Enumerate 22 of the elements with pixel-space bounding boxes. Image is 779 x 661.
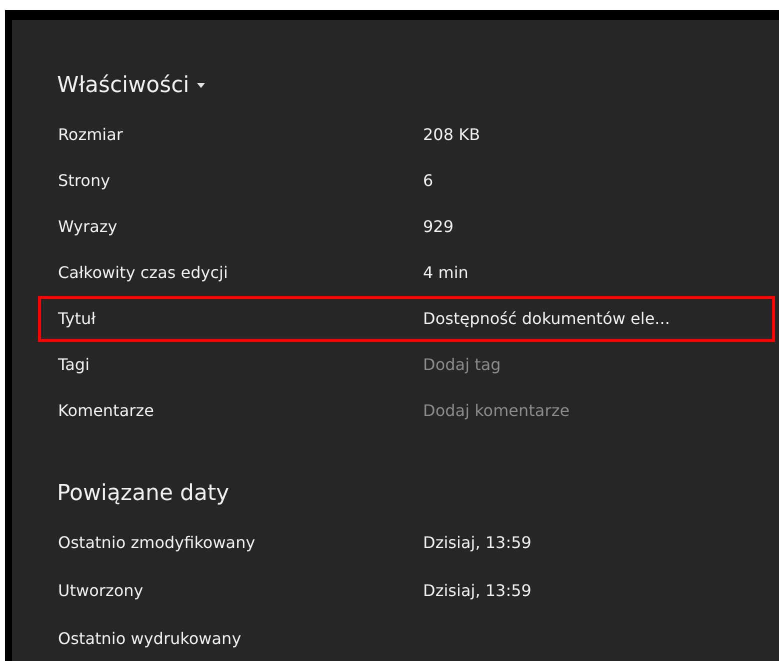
property-label: Ostatnio zmodyfikowany xyxy=(58,532,256,554)
section-title: Powiązane daty xyxy=(57,480,230,508)
property-label: Strony xyxy=(58,170,112,192)
property-label: Tagi xyxy=(58,354,91,376)
property-value: Dzisiaj, 13:59 xyxy=(423,580,532,602)
property-input-field[interactable]: Dodaj tag xyxy=(423,353,723,377)
property-value: 208 KB xyxy=(423,124,480,146)
section-title: Właściwości xyxy=(57,72,190,100)
property-value: 4 min xyxy=(423,262,468,284)
property-label: Całkowity czas edycji xyxy=(58,262,229,284)
property-label: Komentarze xyxy=(58,400,155,422)
property-value: Dostępność dokumentów ele... xyxy=(423,308,670,330)
property-label: Tytuł xyxy=(58,308,97,330)
property-value: 6 xyxy=(423,170,434,192)
property-label: Utworzony xyxy=(58,580,144,602)
property-label: Wyrazy xyxy=(58,216,118,238)
property-label: Rozmiar xyxy=(58,124,124,146)
property-value: Dzisiaj, 13:59 xyxy=(423,532,532,554)
property-label: Ostatnio wydrukowany xyxy=(58,628,242,650)
dropdown-caret-icon[interactable] xyxy=(197,82,206,88)
property-input-field[interactable]: Dodaj komentarze xyxy=(423,399,723,423)
property-value: 929 xyxy=(423,216,454,238)
